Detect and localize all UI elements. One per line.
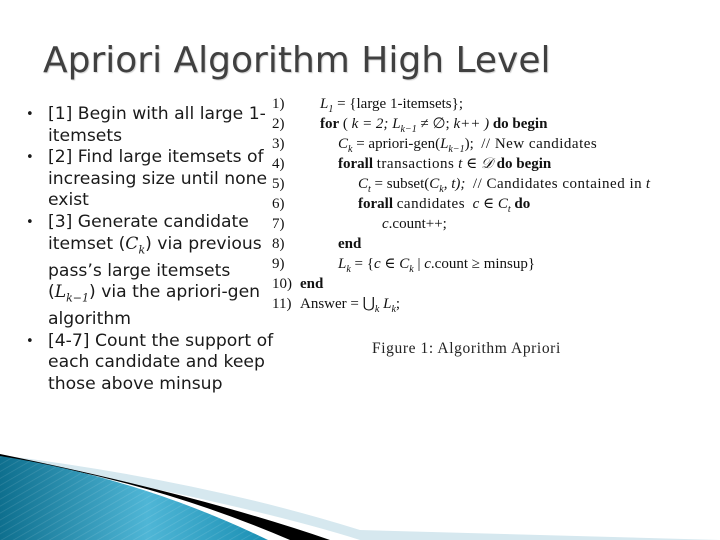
line-number: 1) bbox=[272, 96, 285, 112]
algo-line-6: 6) forall candidates c ∈ Ct do bbox=[272, 194, 720, 215]
bullet-dot-icon: • bbox=[26, 333, 34, 349]
math-symbol: L bbox=[54, 282, 67, 303]
algo-line-4: 4) forall transactions t ∈ 𝒟 do begin bbox=[272, 154, 720, 174]
math-symbol: C bbox=[338, 136, 349, 152]
algo-text: = subset( bbox=[374, 176, 430, 192]
line-number: 10) bbox=[272, 276, 292, 292]
algo-text: , t); bbox=[443, 176, 466, 192]
algo-text: = apriori-gen( bbox=[356, 136, 441, 152]
math-symbol: C bbox=[497, 196, 508, 212]
algo-text: Answer = ⋃ bbox=[300, 296, 375, 312]
keyword: do begin bbox=[496, 156, 552, 172]
algo-text: | bbox=[417, 256, 421, 272]
line-number: 4) bbox=[272, 156, 285, 172]
algo-line-7: 7) c.count++; bbox=[272, 214, 720, 234]
swoosh-pale bbox=[0, 455, 720, 540]
algo-text: .count++; bbox=[388, 216, 447, 232]
algo-line-9: 9) Lk = {c ∈ Ck | c.count ≥ minsup} bbox=[272, 254, 720, 275]
math-symbol: C bbox=[358, 176, 369, 192]
algo-text: ( bbox=[342, 116, 352, 132]
math-symbol: t bbox=[458, 156, 463, 172]
bullet-text: [4-7] Count the support of each candidat… bbox=[48, 330, 274, 394]
algo-line-3: 3) Ck = apriori-gen(Lk−1); // New candida… bbox=[272, 134, 720, 155]
math-symbol: C bbox=[125, 233, 139, 254]
math-symbol: t bbox=[645, 176, 651, 192]
algo-comment: // Candidates contained in bbox=[472, 176, 643, 192]
bullet-item-1: • [1] Begin with all large 1-itemsets bbox=[26, 104, 276, 147]
bullet-list: • [1] Begin with all large 1-itemsets • … bbox=[26, 104, 276, 396]
line-number: 7) bbox=[272, 216, 285, 232]
math-subscript: k bbox=[374, 304, 380, 315]
line-number: 9) bbox=[272, 256, 285, 272]
algo-text: ∈ bbox=[482, 196, 495, 212]
math-symbol: c bbox=[373, 256, 381, 272]
bullet-dot-icon: • bbox=[26, 107, 34, 122]
math-subscript: k−1 bbox=[66, 291, 90, 305]
algo-line-1: 1) L1 = {large 1-itemsets}; bbox=[272, 94, 720, 115]
figure-caption: Figure 1: Algorithm Apriori bbox=[372, 340, 561, 357]
math-symbol: C bbox=[429, 176, 440, 192]
keyword: forall bbox=[358, 196, 393, 212]
keyword: for bbox=[320, 116, 340, 132]
math-symbol: c bbox=[472, 196, 480, 212]
algorithm-figure: 1) L1 = {large 1-itemsets}; 2) for ( k = 2… bbox=[272, 94, 720, 315]
slide-title: Apriori Algorithm High Level bbox=[43, 40, 551, 81]
algo-text: ∈ bbox=[384, 256, 396, 272]
bullet-text: ) via the apriori-gen algorithm bbox=[48, 282, 261, 330]
bullet-text: [1] Begin with all large 1-itemsets bbox=[48, 104, 266, 146]
algo-text: = { bbox=[354, 256, 374, 272]
algo-line-11: 11) Answer = ⋃k Lk; bbox=[272, 294, 720, 315]
algo-text: candidates bbox=[396, 196, 466, 212]
algo-comment: // New candidates bbox=[481, 136, 598, 152]
algo-line-2: 2) for ( k = 2; Lk−1 ≠ ∅; k++ ) do begin bbox=[272, 114, 720, 135]
math-symbol: c bbox=[382, 216, 389, 232]
line-number: 2) bbox=[272, 116, 285, 132]
keyword: do bbox=[514, 196, 531, 212]
algo-text: .count ≥ minsup} bbox=[430, 256, 536, 272]
line-number: 6) bbox=[272, 196, 285, 212]
algo-line-10: 10) end bbox=[272, 274, 720, 294]
swoosh-black bbox=[0, 454, 330, 540]
algo-text: k++ ) bbox=[453, 116, 490, 132]
algo-text: transactions bbox=[376, 156, 455, 172]
keyword: end bbox=[300, 276, 324, 292]
bullet-dot-icon: • bbox=[26, 214, 34, 230]
bullet-dot-icon: • bbox=[26, 150, 34, 166]
algo-text: = {large 1-itemsets}; bbox=[337, 96, 463, 112]
swoosh-blue bbox=[0, 456, 268, 540]
bullet-text: [2] Find large itemsets of increasing si… bbox=[48, 147, 268, 211]
keyword: end bbox=[338, 236, 362, 252]
math-symbol: L bbox=[392, 116, 401, 132]
math-symbol: C bbox=[399, 256, 410, 272]
line-number: 11) bbox=[272, 296, 292, 312]
keyword: do begin bbox=[492, 116, 548, 132]
algo-text: k = 2; bbox=[351, 116, 389, 132]
algo-text: ; bbox=[395, 296, 401, 312]
algo-line-5: 5) Ct = subset(Ck, t); // Candidates cont… bbox=[272, 174, 720, 195]
bullet-item-2: • [2] Find large itemsets of increasing … bbox=[26, 147, 276, 212]
slide: Apriori Algorithm High Level • [1] Begin… bbox=[0, 0, 720, 540]
bullet-item-4: • [4-7] Count the support of each candid… bbox=[26, 331, 276, 396]
keyword: forall bbox=[338, 156, 373, 172]
algo-text: ∈ 𝒟 bbox=[466, 156, 493, 172]
line-number: 8) bbox=[272, 236, 285, 252]
bullet-item-3: • [3] Generate candidate itemset (Ck) vi… bbox=[26, 212, 276, 331]
line-number: 5) bbox=[272, 176, 285, 192]
math-symbol: c bbox=[424, 256, 431, 272]
algo-text: ≠ ∅; bbox=[420, 116, 450, 132]
algo-line-8: 8) end bbox=[272, 234, 720, 254]
line-number: 3) bbox=[272, 136, 285, 152]
algo-text: ); bbox=[464, 136, 474, 152]
